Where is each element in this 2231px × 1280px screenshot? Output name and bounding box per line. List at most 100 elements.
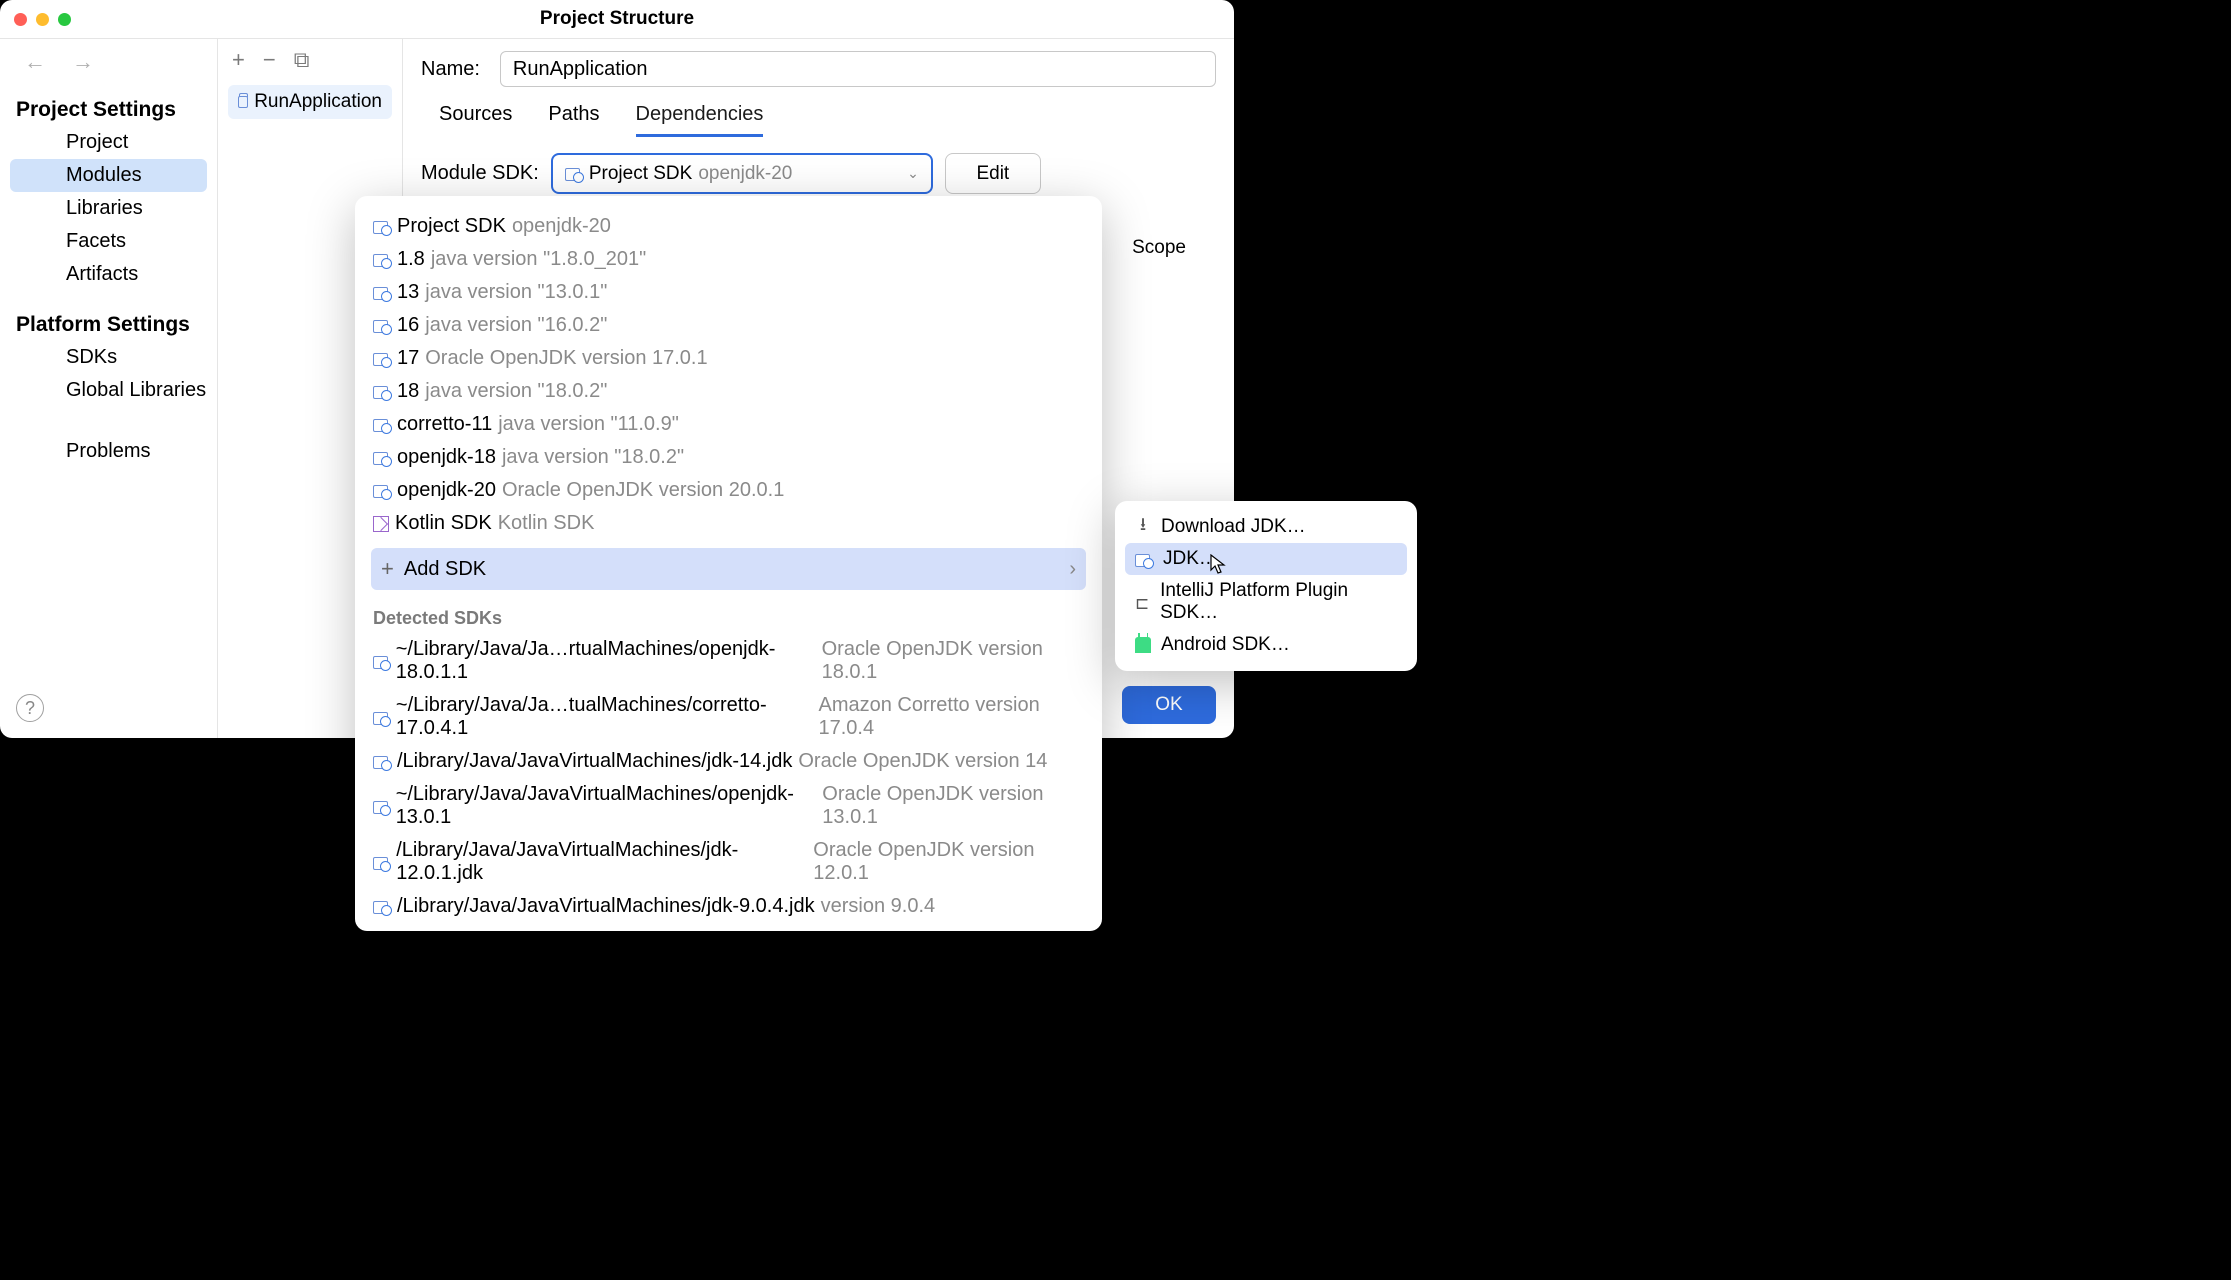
submenu-item-0[interactable]: ⭳Download JDK… (1125, 511, 1407, 543)
sdk-icon (373, 318, 391, 333)
sdk-icon (373, 417, 391, 432)
sdk-option-version: java version "13.0.1" (425, 281, 607, 304)
sdk-option-1[interactable]: 1.8java version "1.8.0_201" (355, 243, 1102, 276)
detected-sdk-version: version 9.0.4 (821, 895, 936, 918)
sdk-dropdown-popup: Project SDKopenjdk-201.8java version "1.… (355, 196, 1102, 931)
sdk-option-9[interactable]: Kotlin SDK Kotlin SDK (355, 507, 1102, 540)
sidebar-item-problems[interactable]: Problems (10, 435, 207, 468)
window-title: Project Structure (540, 8, 694, 30)
detected-sdk-path: ~/Library/Java/Ja…rtualMachines/openjdk-… (396, 638, 816, 684)
sdk-option-4[interactable]: 17Oracle OpenJDK version 17.0.1 (355, 342, 1102, 375)
sdk-option-version: Kotlin SDK (498, 512, 595, 535)
submenu-item-3[interactable]: Android SDK… (1125, 629, 1407, 661)
add-sdk-item[interactable]: + Add SDK › (371, 548, 1086, 590)
sdk-option-name: Project SDK (397, 215, 506, 238)
sdk-option-name: 1.8 (397, 248, 425, 271)
add-sdk-label: Add SDK (404, 558, 486, 581)
sdk-option-name: 18 (397, 380, 419, 403)
sidebar-item-libraries[interactable]: Libraries (10, 192, 207, 225)
sdk-icon (373, 252, 391, 267)
chevron-right-icon: › (1069, 558, 1076, 581)
sdk-option-7[interactable]: openjdk-18java version "18.0.2" (355, 441, 1102, 474)
ok-button[interactable]: OK (1122, 686, 1216, 724)
sidebar-item-sdks[interactable]: SDKs (10, 341, 207, 374)
sdk-option-5[interactable]: 18 java version "18.0.2" (355, 375, 1102, 408)
sdk-option-3[interactable]: 16 java version "16.0.2" (355, 309, 1102, 342)
sdk-option-8[interactable]: openjdk-20 Oracle OpenJDK version 20.0.1 (355, 474, 1102, 507)
sdk-option-version: java version "18.0.2" (502, 446, 684, 469)
kotlin-icon (373, 516, 389, 532)
submenu-item-label: Android SDK… (1161, 634, 1290, 656)
sdk-icon (373, 351, 391, 366)
sdk-icon (373, 450, 391, 465)
submenu-item-label: Download JDK… (1161, 516, 1306, 538)
detected-sdk-2[interactable]: /Library/Java/JavaVirtualMachines/jdk-14… (355, 745, 1102, 778)
tab-sources[interactable]: Sources (439, 103, 512, 137)
sidebar-item-artifacts[interactable]: Artifacts (10, 258, 207, 291)
sidebar-item-global-libraries[interactable]: Global Libraries (10, 374, 207, 407)
sdk-option-name: openjdk-20 (397, 479, 496, 502)
submenu-item-1[interactable]: JDK… (1125, 543, 1407, 575)
detected-sdk-1[interactable]: ~/Library/Java/Ja…tualMachines/corretto-… (355, 689, 1102, 745)
sidebar-section-project-settings: Project Settings (0, 80, 217, 126)
tab-paths[interactable]: Paths (548, 103, 599, 137)
sdk-icon (373, 483, 391, 498)
detected-sdk-4[interactable]: /Library/Java/JavaVirtualMachines/jdk-12… (355, 834, 1102, 890)
sdk-value-version: openjdk-20 (698, 163, 792, 185)
name-label: Name: (421, 58, 480, 81)
sdk-icon (373, 855, 390, 870)
submenu-item-2[interactable]: ⊏IntelliJ Platform Plugin SDK… (1125, 575, 1407, 629)
sdk-option-name: 16 (397, 314, 419, 337)
sdk-value-main: Project SDK (589, 163, 692, 185)
edit-sdk-button[interactable]: Edit (945, 153, 1041, 194)
detected-sdk-version: Oracle OpenJDK version 13.0.1 (822, 783, 1084, 829)
sdk-option-2[interactable]: 13java version "13.0.1" (355, 276, 1102, 309)
module-item-runapplication[interactable]: RunApplication (228, 85, 392, 119)
module-sdk-label: Module SDK: (421, 162, 539, 185)
sidebar: ← → Project Settings Project Modules Lib… (0, 39, 218, 738)
detected-sdks-header: Detected SDKs (355, 598, 1102, 633)
detected-sdk-5[interactable]: /Library/Java/JavaVirtualMachines/jdk-9.… (355, 890, 1102, 923)
sdk-option-6[interactable]: corretto-11java version "11.0.9" (355, 408, 1102, 441)
sdk-icon (373, 799, 390, 814)
sdk-option-name: corretto-11 (397, 413, 492, 436)
sdk-icon (373, 384, 391, 399)
close-window-button[interactable] (14, 13, 27, 26)
sidebar-item-project[interactable]: Project (10, 126, 207, 159)
add-module-icon[interactable]: + (232, 47, 245, 73)
module-item-label: RunApplication (254, 91, 382, 113)
detected-sdk-version: Amazon Corretto version 17.0.4 (818, 694, 1084, 740)
sdk-option-version: Oracle OpenJDK version 20.0.1 (502, 479, 784, 502)
maximize-window-button[interactable] (58, 13, 71, 26)
detected-sdk-3[interactable]: ~/Library/Java/JavaVirtualMachines/openj… (355, 778, 1102, 834)
sidebar-item-modules[interactable]: Modules (10, 159, 207, 192)
detected-sdk-version: Oracle OpenJDK version 18.0.1 (822, 638, 1084, 684)
help-button[interactable]: ? (16, 694, 44, 722)
sdk-option-version: java version "16.0.2" (425, 314, 607, 337)
detected-sdk-path: ~/Library/Java/Ja…tualMachines/corretto-… (396, 694, 813, 740)
module-sdk-dropdown[interactable]: Project SDK openjdk-20 ⌄ (551, 153, 933, 194)
sdk-icon (373, 754, 391, 769)
sdk-option-name: Kotlin SDK (395, 512, 492, 535)
forward-arrow-icon[interactable]: → (72, 49, 94, 75)
minimize-window-button[interactable] (36, 13, 49, 26)
sdk-icon (373, 285, 391, 300)
cursor-icon (1209, 554, 1229, 582)
plus-icon: + (381, 556, 394, 582)
sidebar-section-platform-settings: Platform Settings (0, 291, 217, 341)
traffic-lights (14, 13, 71, 26)
module-name-input[interactable] (500, 51, 1216, 87)
tab-dependencies[interactable]: Dependencies (636, 103, 764, 137)
back-arrow-icon[interactable]: ← (24, 49, 46, 75)
sdk-icon (565, 166, 583, 181)
detected-sdk-path: /Library/Java/JavaVirtualMachines/jdk-14… (397, 750, 792, 773)
copy-module-icon[interactable]: ⧉ (294, 47, 310, 73)
sdk-option-version: java version "18.0.2" (425, 380, 607, 403)
sdk-option-0[interactable]: Project SDKopenjdk-20 (355, 210, 1102, 243)
detected-sdk-0[interactable]: ~/Library/Java/Ja…rtualMachines/openjdk-… (355, 633, 1102, 689)
remove-module-icon[interactable]: − (263, 47, 276, 73)
submenu-item-label: IntelliJ Platform Plugin SDK… (1160, 580, 1397, 624)
module-tabs: Sources Paths Dependencies (421, 103, 1216, 137)
module-folder-icon (238, 96, 248, 108)
sidebar-item-facets[interactable]: Facets (10, 225, 207, 258)
